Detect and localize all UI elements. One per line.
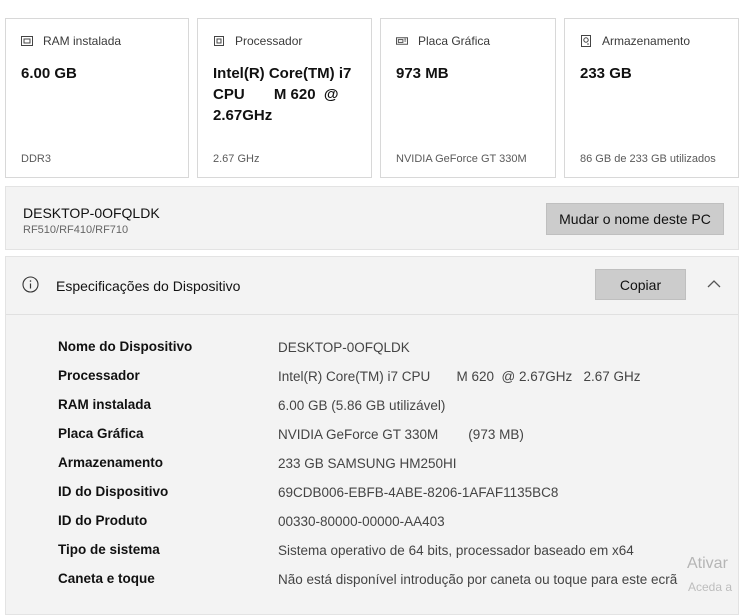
spec-label: ID do Produto [58,513,148,528]
specifications-header[interactable]: Especificações do Dispositivo Copiar [6,257,738,315]
spec-label: Armazenamento [58,455,164,470]
spec-value: DESKTOP-0OFQLDK [278,340,410,355]
spec-value: 6.00 GB (5.86 GB utilizável) [278,398,446,413]
card-detail: DDR3 [21,153,51,165]
processor-icon [213,35,225,47]
spec-value: Sistema operativo de 64 bits, processado… [278,543,634,558]
spec-label: RAM instalada [58,397,152,412]
card-detail: NVIDIA GeForce GT 330M [396,153,527,165]
storage-icon [580,35,592,47]
spec-label: Nome do Dispositivo [58,339,193,354]
graphics-card-icon [396,35,408,47]
spec-value: 233 GB SAMSUNG HM250HI [278,456,457,471]
card-detail: 86 GB de 233 GB utilizados [580,153,716,165]
card-value: 973 MB [396,65,449,82]
card-detail: 2.67 GHz [213,153,260,165]
card-value: 6.00 GB [21,65,77,82]
ram-icon [21,35,33,47]
spec-value: 00330-80000-00000-AA403 [278,514,445,529]
spec-label: Processador [58,368,140,383]
spec-value: NVIDIA GeForce GT 330M (973 MB) [278,427,524,442]
spec-label: Placa Gráfica [58,426,144,441]
card-header: Placa Gráfica [396,34,490,48]
card-header: Armazenamento [580,34,690,48]
device-name-section: DESKTOP-0OFQLDK RF510/RF410/RF710 Mudar … [5,186,739,250]
spec-value: Intel(R) Core(TM) i7 CPU M 620 @ 2.67GHz… [278,369,641,384]
info-icon [22,276,39,293]
activation-watermark: Ativar [687,555,728,572]
chevron-up-icon[interactable] [706,277,722,289]
spec-label: Tipo de sistema [58,542,160,557]
card-label: Placa Gráfica [418,34,491,48]
spec-label: Caneta e toque [58,571,155,586]
copy-button[interactable]: Copiar [595,269,686,300]
card-label: Processador [235,34,303,48]
ram-card: RAM instalada 6.00 GB DDR3 [5,18,189,178]
activation-watermark-subtext: Aceda a [688,580,733,594]
spec-value: Não está disponível introdução por canet… [278,572,678,587]
card-header: RAM instalada [21,34,121,48]
spec-value: 69CDB006-EBFB-4ABE-8206-1AFAF1135BC8 [278,485,559,500]
processor-card: Processador Intel(R) Core(TM) i7 CPU M 6… [197,18,372,178]
rename-pc-button[interactable]: Mudar o nome deste PC [546,203,724,235]
card-label: RAM instalada [43,34,122,48]
storage-card: Armazenamento 233 GB 86 GB de 233 GB uti… [564,18,739,178]
graphics-card: Placa Gráfica 973 MB NVIDIA GeForce GT 3… [380,18,556,178]
spec-label: ID do Dispositivo [58,484,169,499]
device-specifications-panel: Especificações do Dispositivo Copiar Nom… [5,256,739,615]
card-header: Processador [213,34,302,48]
specifications-title: Especificações do Dispositivo [56,278,241,294]
device-name: DESKTOP-0OFQLDK [23,205,160,221]
card-label: Armazenamento [602,34,691,48]
card-value: Intel(R) Core(TM) i7 CPU M 620 @ 2.67GHz [213,65,352,124]
device-model: RF510/RF410/RF710 [23,224,129,236]
card-value: 233 GB [580,65,632,82]
